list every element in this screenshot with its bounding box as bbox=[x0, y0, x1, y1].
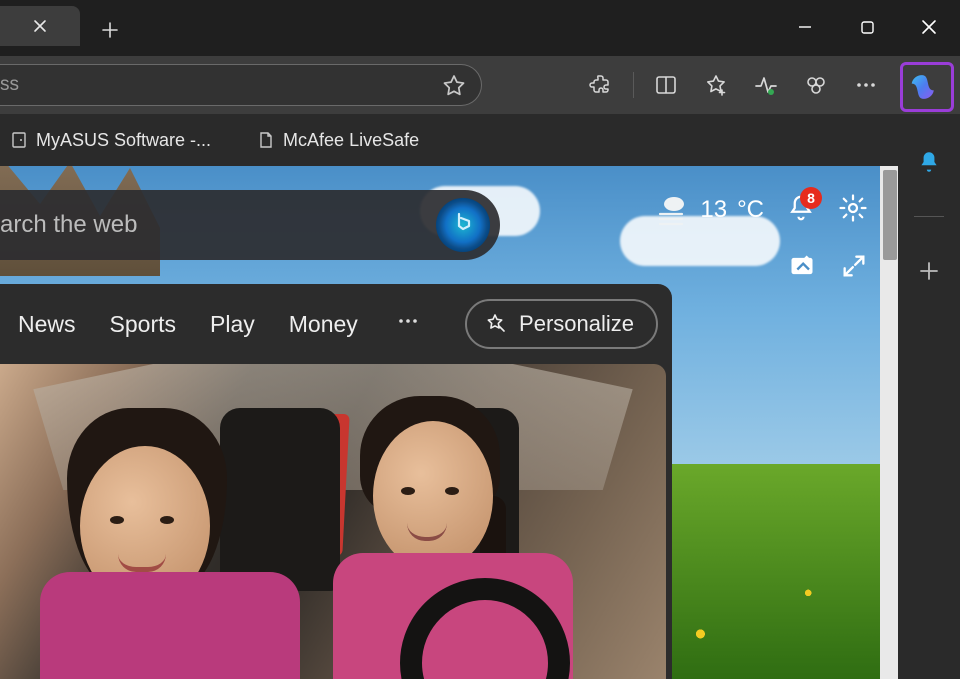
bing-chat-icon[interactable] bbox=[436, 198, 490, 252]
scrollbar[interactable] bbox=[880, 166, 898, 679]
sidebar-add-icon[interactable] bbox=[909, 251, 949, 291]
bookmark-label: MyASUS Software -... bbox=[36, 130, 211, 151]
personalize-label: Personalize bbox=[519, 311, 634, 337]
weather-widget[interactable]: 13 °C bbox=[654, 192, 764, 228]
ntp-search-input[interactable]: arch the web bbox=[0, 190, 500, 260]
nav-news[interactable]: News bbox=[18, 311, 76, 338]
maximize-button[interactable] bbox=[836, 0, 898, 54]
close-window-button[interactable] bbox=[898, 0, 960, 54]
pen-image-icon bbox=[788, 252, 816, 280]
new-tab-button[interactable] bbox=[92, 12, 128, 48]
address-text: ss bbox=[0, 74, 19, 96]
page-icon bbox=[257, 131, 275, 149]
ntp-edit-controls bbox=[788, 252, 868, 285]
favorites-icon[interactable] bbox=[694, 63, 738, 107]
copilot-icon bbox=[910, 70, 944, 104]
personalize-button[interactable]: Personalize bbox=[465, 299, 658, 349]
toolbar-actions bbox=[579, 56, 888, 114]
split-screen-icon[interactable] bbox=[644, 63, 688, 107]
content-area: arch the web 13 °C 8 bbox=[0, 166, 898, 679]
extensions-icon[interactable] bbox=[579, 63, 623, 107]
weather-temp: 13 bbox=[700, 196, 727, 224]
nav-more-icon[interactable] bbox=[397, 310, 419, 338]
ntp-notifications-button[interactable]: 8 bbox=[786, 193, 816, 228]
expand-icon bbox=[840, 252, 868, 280]
nav-sports[interactable]: Sports bbox=[110, 311, 176, 338]
browser-essentials-icon[interactable] bbox=[794, 63, 838, 107]
active-tab[interactable] bbox=[0, 6, 80, 46]
performance-icon[interactable] bbox=[744, 63, 788, 107]
close-tab-icon[interactable] bbox=[33, 19, 47, 33]
sidebar-divider bbox=[914, 216, 944, 217]
bookmark-myasus[interactable]: MyASUS Software -... bbox=[0, 124, 221, 157]
titlebar bbox=[0, 0, 960, 56]
sidebar-notifications-icon[interactable] bbox=[909, 142, 949, 182]
nav-play[interactable]: Play bbox=[210, 311, 255, 338]
feed-nav: News Sports Play Money Personalize bbox=[0, 284, 672, 364]
fog-icon bbox=[654, 192, 690, 228]
settings-more-icon[interactable] bbox=[844, 63, 888, 107]
edit-background-button[interactable] bbox=[788, 252, 816, 285]
search-placeholder: arch the web bbox=[0, 211, 137, 239]
notifications-badge: 8 bbox=[800, 187, 822, 209]
feed-card: News Sports Play Money Personalize bbox=[0, 284, 672, 679]
copilot-button[interactable] bbox=[900, 62, 954, 112]
sidebar bbox=[898, 114, 960, 679]
nav-money[interactable]: Money bbox=[289, 311, 358, 338]
expand-button[interactable] bbox=[840, 252, 868, 285]
minimize-button[interactable] bbox=[774, 0, 836, 54]
weather-unit: °C bbox=[737, 196, 764, 224]
star-pen-icon bbox=[483, 312, 507, 336]
door-icon bbox=[10, 131, 28, 149]
ntp-top-controls: 13 °C 8 bbox=[654, 192, 868, 228]
favorite-star-icon[interactable] bbox=[441, 73, 467, 105]
bookmark-mcafee[interactable]: McAfee LiveSafe bbox=[247, 124, 429, 157]
window-controls bbox=[774, 0, 960, 54]
address-bar[interactable]: ss bbox=[0, 64, 482, 106]
ntp-settings-button[interactable] bbox=[838, 193, 868, 228]
gear-icon bbox=[838, 193, 868, 223]
bookmarks-bar: MyASUS Software -... McAfee LiveSafe bbox=[0, 114, 898, 166]
toolbar-separator bbox=[633, 72, 634, 98]
feed-hero-image[interactable] bbox=[0, 364, 666, 679]
bookmark-label: McAfee LiveSafe bbox=[283, 130, 419, 151]
browser-window: ss bbox=[0, 0, 960, 679]
scrollbar-thumb[interactable] bbox=[883, 170, 897, 260]
toolbar: ss bbox=[0, 56, 960, 114]
